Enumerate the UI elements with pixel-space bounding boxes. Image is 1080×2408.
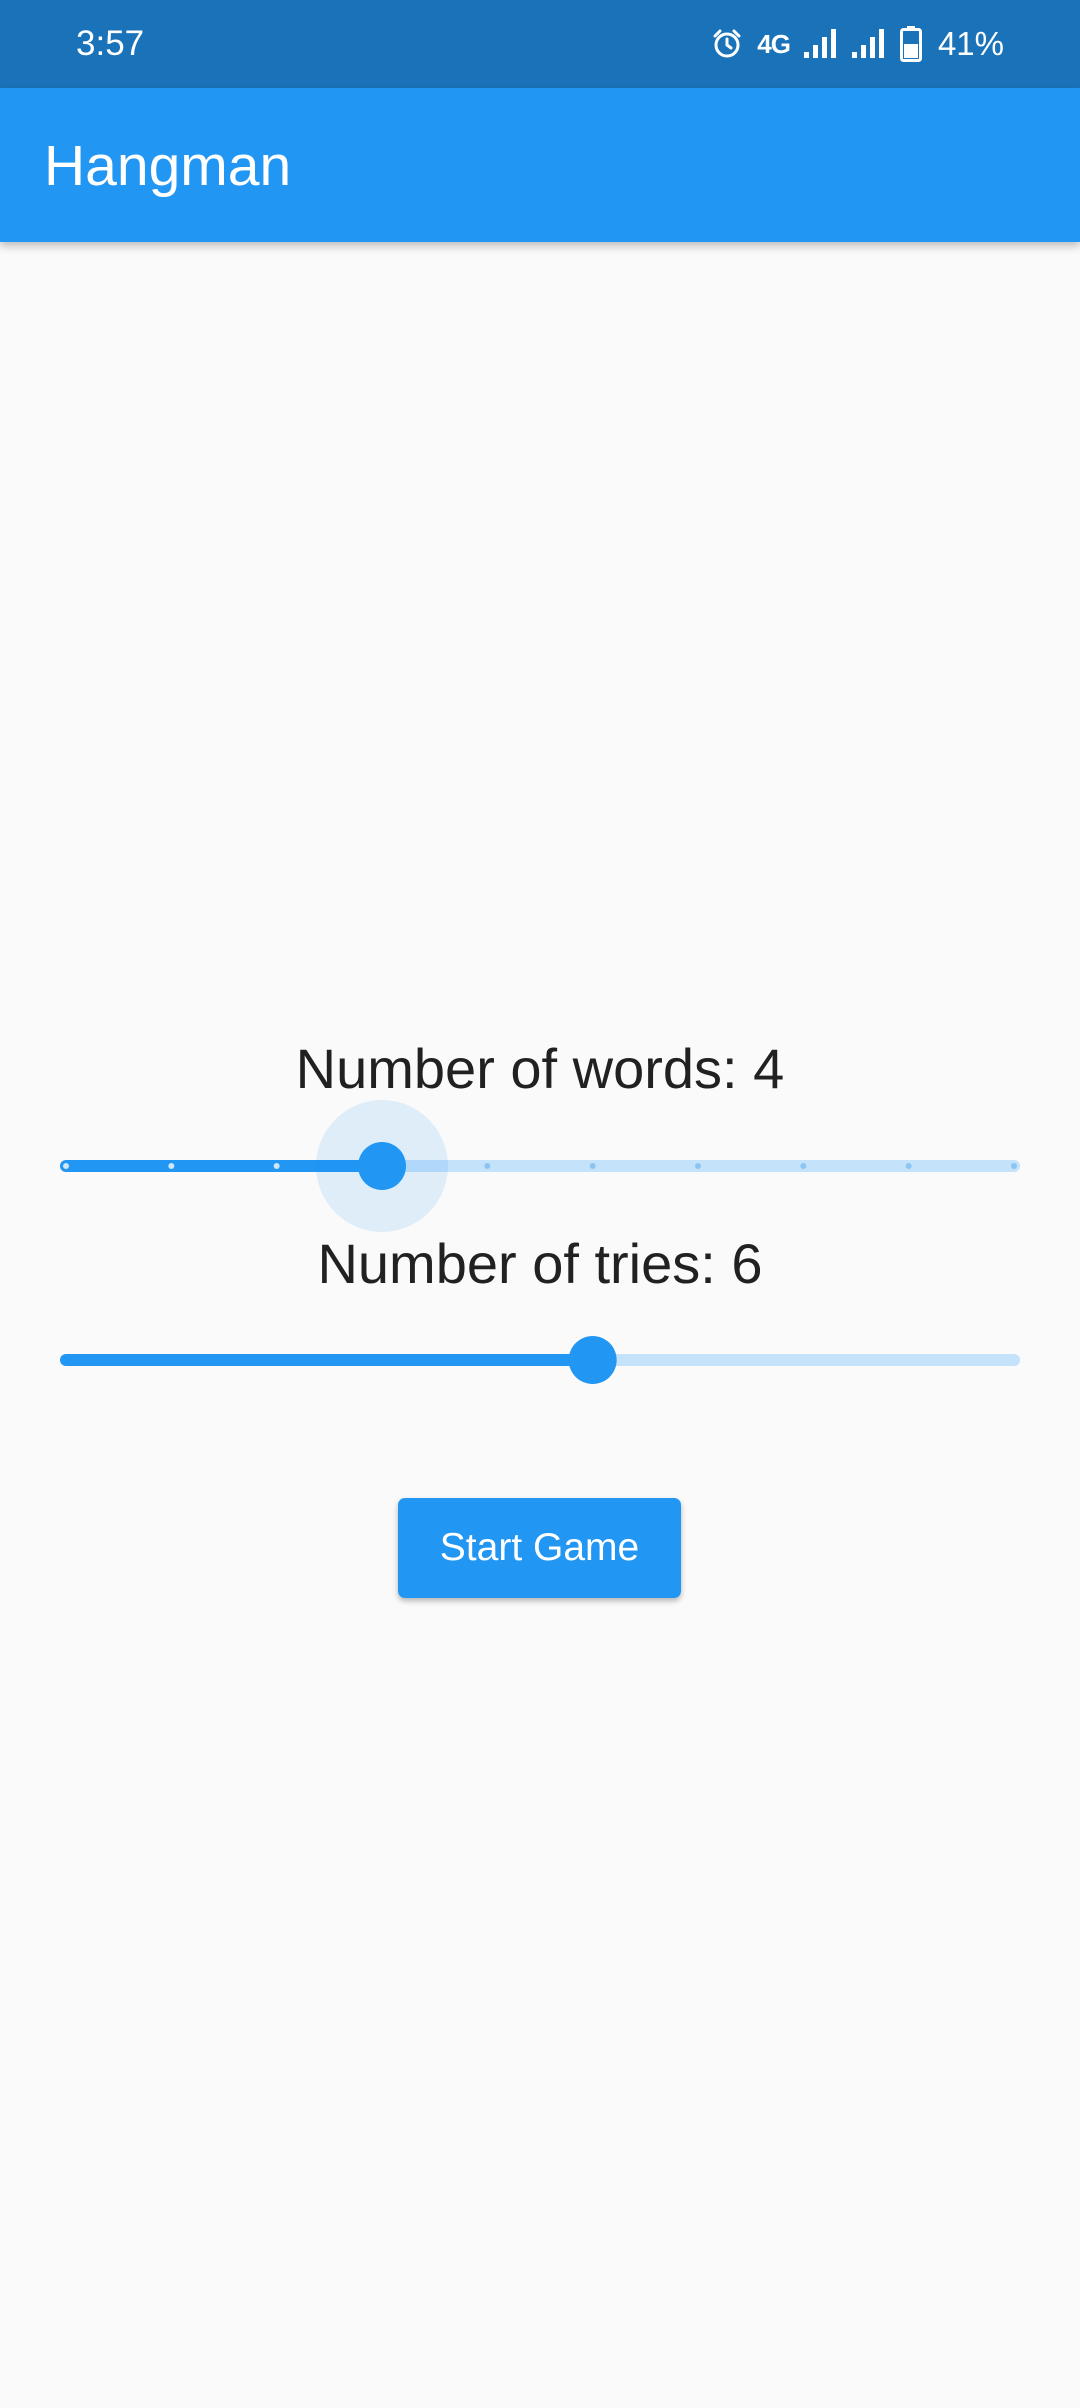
network-type-label: 4G	[757, 29, 791, 59]
slider-tick-mark	[273, 1163, 280, 1169]
words-slider-graphic[interactable]	[60, 1100, 1020, 1232]
start-game-button[interactable]: Start Game	[398, 1498, 681, 1598]
status-icons: 4G 41%	[711, 20, 1004, 68]
slider-thumb[interactable]	[568, 1336, 617, 1384]
battery-percent: 41%	[937, 25, 1004, 62]
slider-tick-mark	[589, 1163, 596, 1169]
app-title: Hangman	[44, 134, 292, 198]
slider-tick-mark	[484, 1163, 491, 1169]
tries-count-label: Number of tries: 6	[317, 1232, 763, 1295]
battery-icon	[899, 26, 922, 62]
words-count-label: Number of words: 4	[295, 1037, 785, 1100]
slider-tick-mark	[63, 1163, 69, 1169]
slider-tick-mark	[905, 1163, 912, 1169]
tries-slider[interactable]	[60, 1310, 1020, 1410]
status-time: 3:57	[76, 24, 145, 63]
slider-tick-mark	[1011, 1163, 1017, 1169]
tries-slider-graphic[interactable]	[60, 1310, 1020, 1410]
signal-icon	[803, 28, 838, 60]
slider-tick-mark	[800, 1163, 807, 1169]
words-slider[interactable]	[60, 1100, 1020, 1232]
signal-icon	[851, 28, 886, 60]
alarm-icon	[711, 28, 743, 60]
slider-tick-mark	[168, 1163, 175, 1169]
status-bar: 3:57 4G 41%	[0, 0, 1080, 88]
slider-tick-mark	[695, 1163, 701, 1169]
slider-thumb[interactable]	[358, 1142, 406, 1190]
app-bar: Hangman	[0, 88, 1080, 242]
